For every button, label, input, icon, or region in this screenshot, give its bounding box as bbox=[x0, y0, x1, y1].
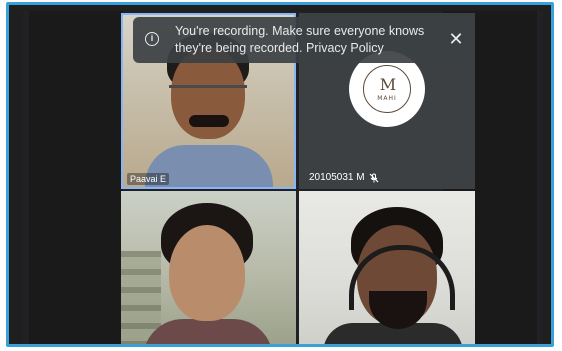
recording-notification: i You're recording. Make sure everyone k… bbox=[133, 17, 475, 63]
meeting-stage: Paavai E M MAHI 20105031 M i You're reco… bbox=[23, 11, 543, 344]
participant-name-row: 20105031 M bbox=[309, 172, 379, 183]
participant-name-label: 20105031 M bbox=[309, 172, 365, 183]
participant-mustache bbox=[189, 115, 229, 127]
close-icon[interactable]: ✕ bbox=[447, 30, 465, 48]
participant-tile-3[interactable] bbox=[121, 191, 296, 344]
participant-glasses bbox=[169, 85, 247, 102]
participant-body bbox=[143, 319, 273, 344]
info-icon: i bbox=[145, 32, 159, 46]
recording-message: You're recording. Make sure everyone kno… bbox=[175, 23, 431, 57]
recording-message-line2[interactable]: they're being recorded. Privacy Policy bbox=[175, 40, 431, 57]
recording-message-line1: You're recording. Make sure everyone kno… bbox=[175, 24, 425, 38]
mahi-logo-icon: M MAHI bbox=[363, 65, 411, 113]
participant-name-label: Paavai E bbox=[127, 173, 170, 185]
participant-face bbox=[169, 225, 245, 321]
logo-mark: M bbox=[379, 74, 396, 94]
participant-tile-4[interactable] bbox=[299, 191, 475, 344]
mic-off-icon bbox=[369, 173, 379, 183]
left-gutter bbox=[29, 11, 123, 344]
screenshot-frame: Paavai E M MAHI 20105031 M i You're reco… bbox=[6, 2, 554, 347]
logo-word: MAHI bbox=[377, 94, 397, 102]
